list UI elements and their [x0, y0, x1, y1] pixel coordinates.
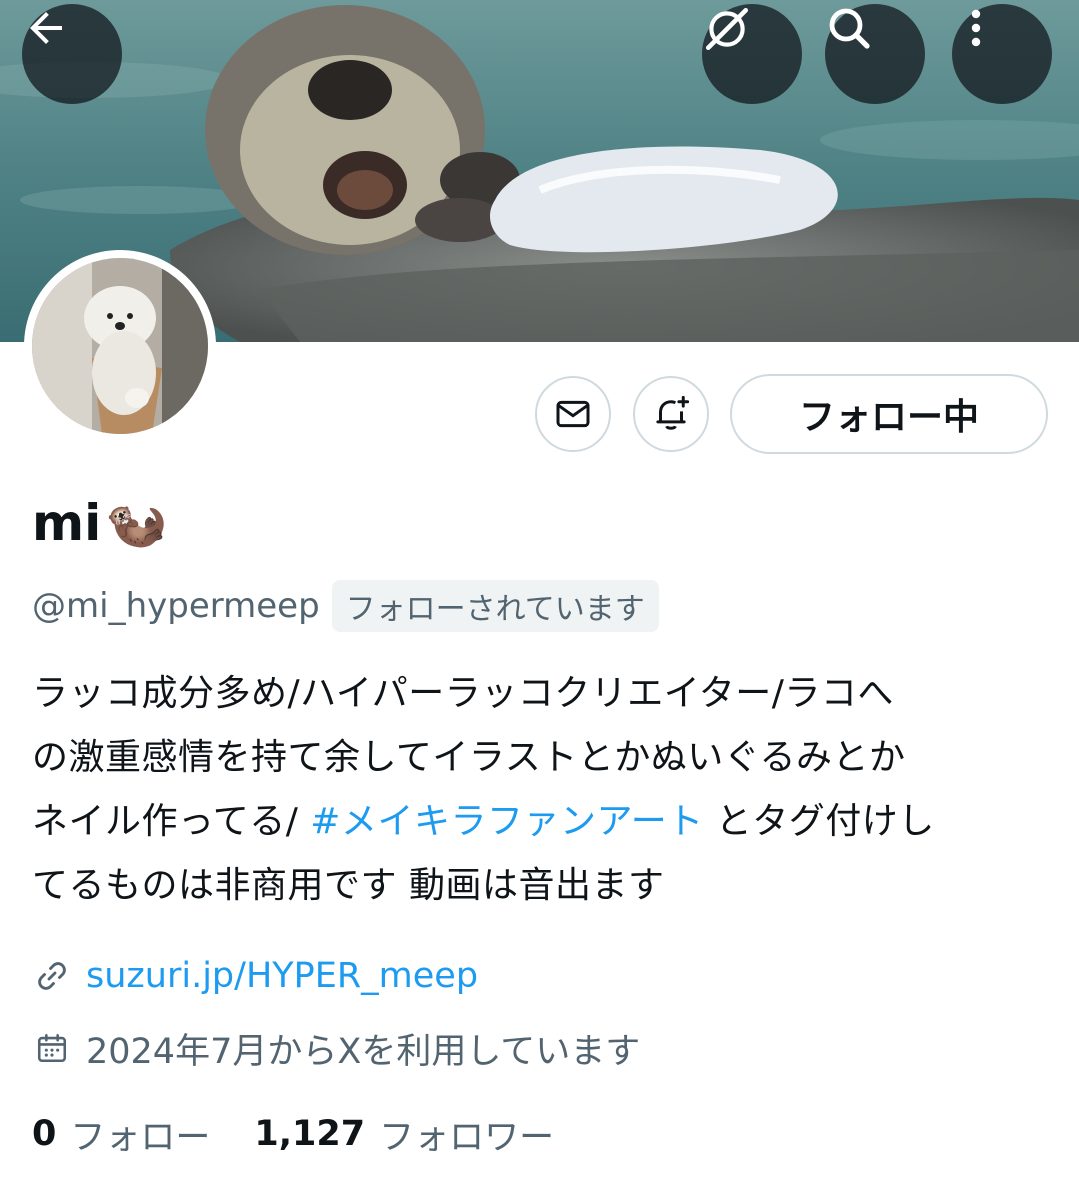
display-name-text: mi: [32, 494, 102, 552]
website-link[interactable]: suzuri.jp/HYPER_meep: [86, 956, 478, 996]
message-button[interactable]: [535, 376, 611, 452]
bio-line: ラッコ成分多め/ハイパーラッコクリエイター/ラコへ: [32, 673, 894, 714]
envelope-icon: [556, 400, 590, 428]
hashtag-link[interactable]: #メイキラファンアート: [310, 801, 704, 842]
more-options-button[interactable]: [952, 4, 1052, 104]
avatar-image-plush-otter: [32, 258, 208, 434]
grok-icon: [705, 7, 749, 51]
back-button[interactable]: [22, 4, 122, 104]
handle-row: @mi_hypermeep フォローされています: [32, 580, 659, 632]
link-icon: [32, 956, 72, 996]
bio-text: とタグ付けし: [703, 801, 935, 842]
following-label: フォロー: [70, 1117, 211, 1158]
calendar-icon: [32, 1028, 72, 1068]
bio-line: の激重感情を持て余してイラストとかぬいぐるみとか: [32, 737, 906, 778]
bell-plus-icon: [656, 395, 690, 430]
arrow-left-icon: [30, 12, 62, 44]
bio-line: ネイル作ってる/ #メイキラファンアート とタグ付けし: [32, 790, 1052, 854]
bio-text: ネイル作ってる/: [32, 801, 311, 842]
search-button[interactable]: [825, 4, 925, 104]
more-vertical-icon: [971, 9, 981, 47]
followers-count-link[interactable]: 1,127 フォロワー: [254, 1109, 554, 1160]
joined-row: 2024年7月からXを利用しています: [32, 1020, 640, 1076]
following-count-link[interactable]: 0 フォロー: [32, 1109, 210, 1160]
website-row: suzuri.jp/HYPER_meep: [32, 948, 478, 1004]
followers-count: 1,127: [254, 1114, 366, 1154]
profile-bio: ラッコ成分多め/ハイパーラッコクリエイター/ラコへ の激重感情を持て余してイラス…: [32, 662, 1052, 918]
bio-line: てるものは非商用です 動画は音出ます: [32, 865, 665, 906]
followers-label: フォロワー: [379, 1117, 555, 1158]
avatar[interactable]: [24, 250, 216, 442]
grok-button[interactable]: [702, 4, 802, 104]
following-button[interactable]: フォロー中: [730, 374, 1048, 454]
notification-subscribe-button[interactable]: [633, 376, 709, 452]
search-icon: [829, 8, 870, 49]
follows-you-badge: フォローされています: [331, 580, 659, 632]
joined-date: 2024年7月からXを利用しています: [86, 1031, 641, 1072]
profile-display-name: mi 🦦: [32, 488, 168, 558]
otter-emoji: 🦦: [105, 493, 168, 552]
follow-stats: 0 フォロー 1,127 フォロワー: [32, 1106, 554, 1162]
following-count: 0: [32, 1114, 57, 1154]
profile-handle: @mi_hypermeep: [32, 586, 320, 626]
